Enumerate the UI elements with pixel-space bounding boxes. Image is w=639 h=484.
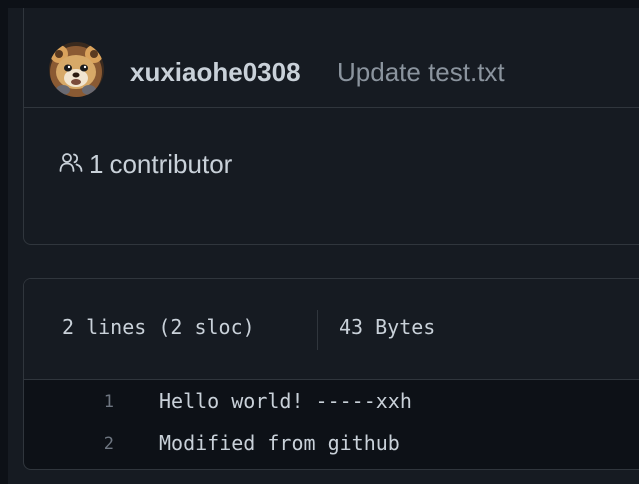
line-content: Modified from github: [159, 431, 400, 455]
line-number[interactable]: 1: [90, 392, 114, 412]
contributor-label: contributor: [109, 149, 233, 179]
file-lines-info: 2 lines (2 sloc): [62, 315, 255, 339]
commit-message-link[interactable]: Update test.txt: [337, 57, 505, 88]
code-line: 2 Modified from github: [24, 427, 639, 467]
commit-box: xuxiaohe0308 Update test.txt 1 contribut…: [23, 8, 639, 245]
code-line: 1 Hello world! -----xxh: [24, 385, 639, 425]
file-info-divider: [317, 310, 318, 350]
commit-author-link[interactable]: xuxiaohe0308: [130, 57, 301, 88]
line-content: Hello world! -----xxh: [159, 389, 412, 413]
file-header: 2 lines (2 sloc) 43 Bytes: [24, 279, 639, 380]
people-icon: [59, 152, 83, 179]
contributor-count: 1: [89, 149, 104, 179]
file-box: 2 lines (2 sloc) 43 Bytes 1 Hello world!…: [23, 278, 639, 470]
page-frame: xuxiaohe0308 Update test.txt 1 contribut…: [8, 8, 639, 484]
avatar[interactable]: [49, 42, 104, 97]
contributors-link[interactable]: 1 contributor: [59, 149, 232, 180]
file-size: 43 Bytes: [339, 315, 436, 339]
line-number[interactable]: 2: [90, 434, 114, 454]
latest-commit-row: xuxiaohe0308 Update test.txt: [24, 9, 639, 108]
